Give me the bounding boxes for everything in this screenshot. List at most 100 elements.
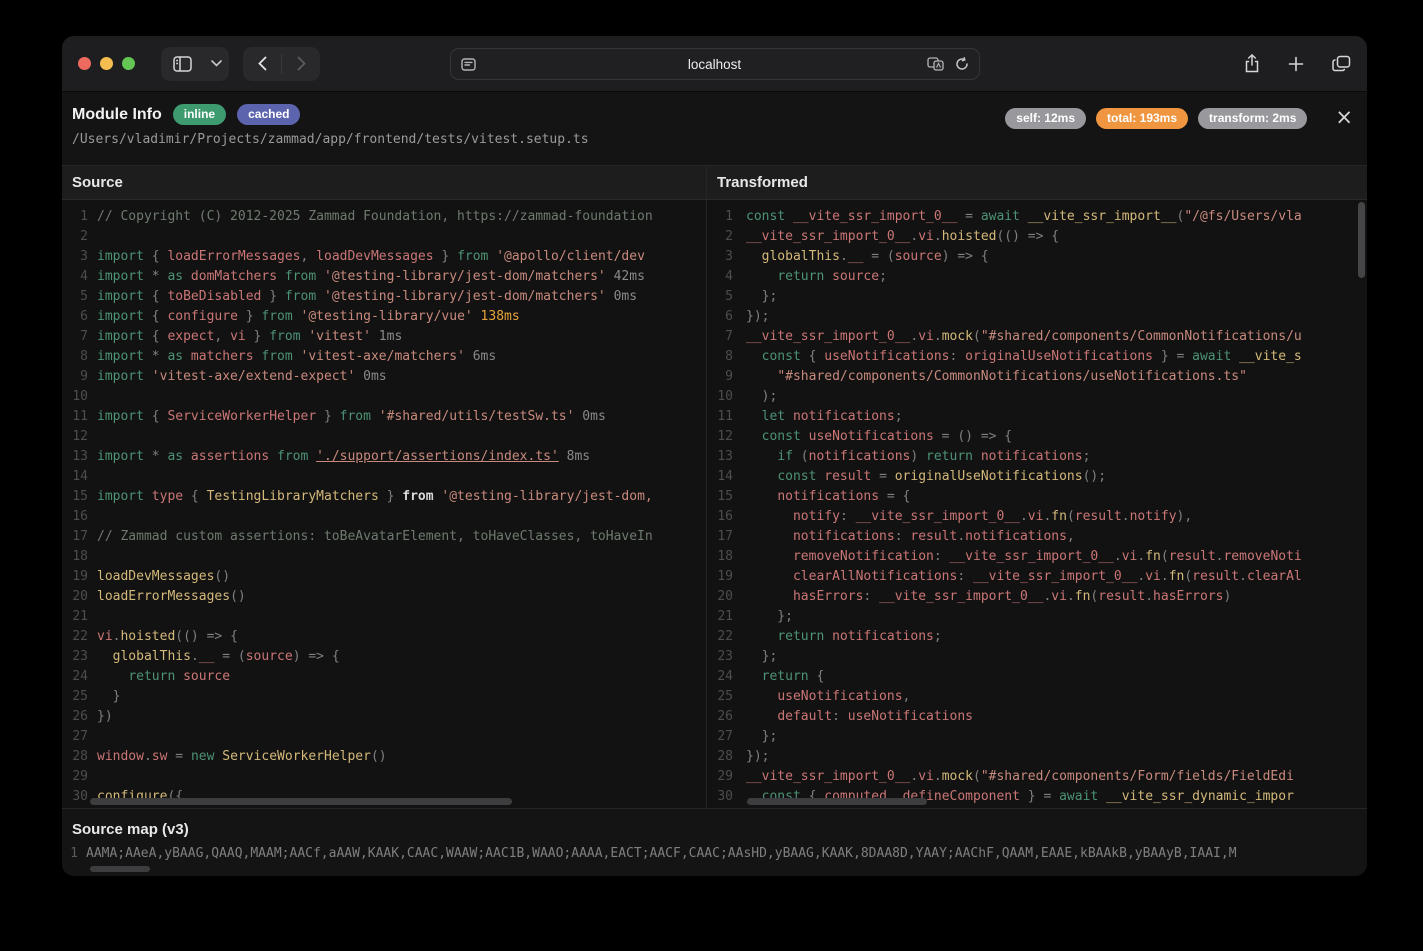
code-token: 0ms — [574, 409, 605, 424]
code-token: . — [1239, 569, 1247, 584]
line-number: 2 — [707, 227, 733, 247]
code-token: 'vitest' — [301, 329, 371, 344]
zoom-window-button[interactable] — [122, 57, 135, 70]
code-token: result — [1098, 589, 1145, 604]
code-token: { — [809, 669, 825, 684]
code-token: = — [957, 209, 980, 224]
transform-time-badge: transform: 2ms — [1198, 108, 1307, 129]
code-token: (() => { — [175, 629, 238, 644]
code-token: await — [981, 209, 1020, 224]
source-horizontal-scrollbar[interactable] — [90, 798, 512, 805]
code-token: { — [183, 489, 206, 504]
close-button[interactable]: × — [1335, 108, 1353, 126]
transformed-code[interactable]: 1const __vite_ssr_import_0__ = await __v… — [707, 200, 1367, 808]
module-link[interactable]: './support/assertions/index.ts' — [316, 449, 559, 464]
line-number: 7 — [707, 327, 733, 347]
code-token: useNotifications — [824, 349, 949, 364]
sidebar-toggle-button[interactable] — [161, 47, 203, 81]
code-token: ( — [973, 769, 981, 784]
code-token: notifications — [973, 449, 1083, 464]
code-token: __ — [199, 649, 215, 664]
code-token: ; — [1083, 449, 1091, 464]
code-token: }; — [746, 729, 777, 744]
chevron-right-icon — [297, 56, 306, 71]
module-info-header: Module Info inline cached /Users/vladimi… — [62, 92, 1367, 166]
code-line: 7__vite_ssr_import_0__.vi.mock("#shared/… — [707, 327, 1367, 347]
code-token: fn — [1169, 569, 1185, 584]
code-token — [746, 589, 793, 604]
transformed-panel-title: Transformed — [707, 166, 1367, 200]
code-token: . — [1145, 589, 1153, 604]
code-token: = ( — [863, 249, 894, 264]
line-number: 20 — [707, 587, 733, 607]
code-token — [746, 689, 777, 704]
code-token: 6ms — [465, 349, 496, 364]
code-token: '#shared/utils/testSw.ts' — [371, 409, 575, 424]
code-token — [746, 269, 777, 284]
back-button[interactable] — [243, 47, 281, 81]
line-number: 13 — [707, 447, 733, 467]
code-token: as — [167, 269, 183, 284]
page-translate-icon[interactable] — [927, 57, 945, 71]
code-line: 14 — [62, 467, 706, 487]
line-number: 6 — [62, 307, 88, 327]
address-bar[interactable]: localhost — [450, 48, 980, 80]
code-token: , — [903, 689, 911, 704]
tab-overview-icon[interactable] — [1332, 55, 1351, 72]
code-token — [746, 249, 762, 264]
code-line: 4import * as domMatchers from '@testing-… — [62, 267, 706, 287]
code-token: __vite_ssr_import__ — [1020, 209, 1177, 224]
line-number: 26 — [707, 707, 733, 727]
sourcemap-title: Source map (v3) — [62, 809, 1367, 838]
code-line: 7import { expect, vi } from 'vitest' 1ms — [62, 327, 706, 347]
code-token: } = — [1153, 349, 1192, 364]
transformed-horizontal-scrollbar[interactable] — [747, 798, 927, 805]
code-token: notify — [1130, 509, 1177, 524]
code-token: * — [144, 269, 167, 284]
total-time-badge: total: 193ms — [1096, 108, 1188, 129]
transformed-vertical-scrollbar[interactable] — [1358, 202, 1365, 278]
code-line: 10 — [62, 387, 706, 407]
minimize-window-button[interactable] — [100, 57, 113, 70]
code-line: 22 return notifications; — [707, 627, 1367, 647]
code-token: result — [1192, 569, 1239, 584]
reload-icon[interactable] — [955, 57, 969, 71]
line-number: 15 — [707, 487, 733, 507]
code-line: 6import { configure } from '@testing-lib… — [62, 307, 706, 327]
window-controls — [78, 57, 135, 70]
line-number: 13 — [62, 447, 88, 467]
code-token — [746, 549, 793, 564]
source-code[interactable]: 1// Copyright (C) 2012-2025 Zammad Found… — [62, 200, 706, 808]
code-token: __vite_ssr_import_0__ — [746, 329, 910, 344]
code-token: (); — [1083, 469, 1106, 484]
code-token: __vite_ssr_import_0__ — [856, 509, 1020, 524]
code-token: loadDevMessages — [97, 569, 214, 584]
line-number: 26 — [62, 707, 88, 727]
code-token: , — [301, 249, 317, 264]
source-panel-title: Source — [62, 166, 706, 200]
code-token: notifications — [777, 489, 879, 504]
code-token: "/@fs/Users/vla — [1184, 209, 1301, 224]
line-number: 18 — [62, 547, 88, 567]
code-token: domMatchers — [183, 269, 285, 284]
line-number: 14 — [62, 467, 88, 487]
sidebar-menu-button[interactable] — [203, 47, 229, 81]
sourcemap-horizontal-scrollbar[interactable] — [90, 866, 150, 872]
code-line: 12 const useNotifications = () => { — [707, 427, 1367, 447]
share-icon[interactable] — [1244, 54, 1260, 73]
forward-button[interactable] — [282, 47, 320, 81]
code-token: 138ms — [473, 309, 520, 324]
close-window-button[interactable] — [78, 57, 91, 70]
new-tab-icon[interactable] — [1288, 56, 1304, 72]
code-token: { — [144, 329, 167, 344]
code-line: 13import * as assertions from './support… — [62, 447, 706, 467]
browser-window: localhost — [62, 36, 1367, 876]
code-token: TestingLibraryMatchers — [207, 489, 379, 504]
code-token: : — [895, 529, 911, 544]
code-token: __vite_s — [1231, 349, 1301, 364]
line-number: 19 — [707, 567, 733, 587]
line-number: 3 — [62, 247, 88, 267]
reader-icon[interactable] — [461, 58, 476, 71]
code-token: }; — [746, 609, 793, 624]
code-token: notifications — [809, 449, 911, 464]
